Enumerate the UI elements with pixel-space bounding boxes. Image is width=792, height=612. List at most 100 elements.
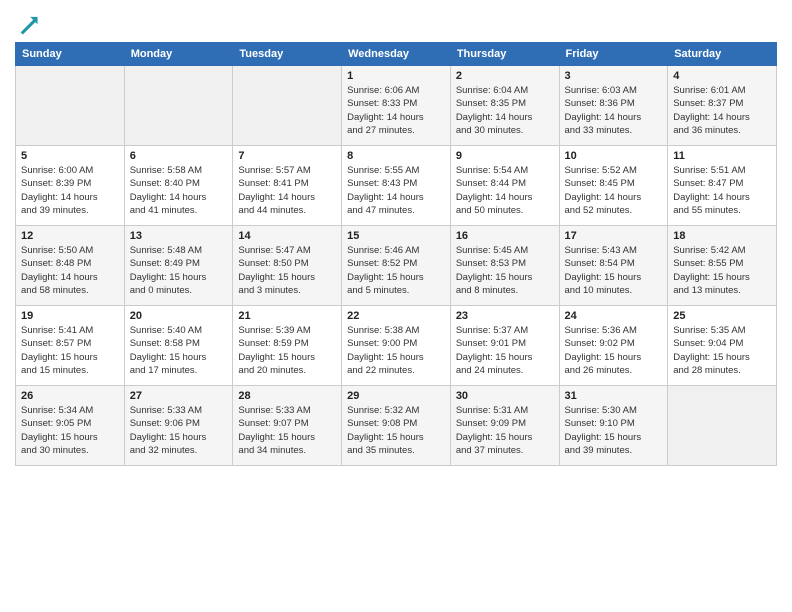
calendar-cell (124, 66, 233, 146)
calendar-cell (16, 66, 125, 146)
day-detail: Sunrise: 5:57 AMSunset: 8:41 PMDaylight:… (238, 164, 336, 217)
calendar-cell: 19 Sunrise: 5:41 AMSunset: 8:57 PMDayligh… (16, 306, 125, 386)
calendar-cell: 7 Sunrise: 5:57 AMSunset: 8:41 PMDaylight… (233, 146, 342, 226)
day-number: 2 (456, 70, 554, 82)
day-number: 7 (238, 150, 336, 162)
day-number: 12 (21, 230, 119, 242)
calendar-cell: 2 Sunrise: 6:04 AMSunset: 8:35 PMDaylight… (450, 66, 559, 146)
calendar-cell: 21 Sunrise: 5:39 AMSunset: 8:59 PMDayligh… (233, 306, 342, 386)
day-detail: Sunrise: 5:40 AMSunset: 8:58 PMDaylight:… (130, 324, 228, 377)
day-detail: Sunrise: 5:31 AMSunset: 9:09 PMDaylight:… (456, 404, 554, 457)
day-number: 21 (238, 310, 336, 322)
calendar-cell: 15 Sunrise: 5:46 AMSunset: 8:52 PMDayligh… (342, 226, 451, 306)
calendar-body: 1 Sunrise: 6:06 AMSunset: 8:33 PMDaylight… (16, 66, 777, 466)
day-detail: Sunrise: 6:03 AMSunset: 8:36 PMDaylight:… (565, 84, 663, 137)
day-number: 13 (130, 230, 228, 242)
day-detail: Sunrise: 5:35 AMSunset: 9:04 PMDaylight:… (673, 324, 771, 377)
calendar-cell: 5Sunrise: 6:00 AMSunset: 8:39 PMDaylight… (16, 146, 125, 226)
calendar-cell: 6Sunrise: 5:58 AMSunset: 8:40 PMDaylight… (124, 146, 233, 226)
calendar-cell: 31 Sunrise: 5:30 AMSunset: 9:10 PMDayligh… (559, 386, 668, 466)
day-detail: Sunrise: 5:39 AMSunset: 8:59 PMDaylight:… (238, 324, 336, 377)
calendar-week-4: 19 Sunrise: 5:41 AMSunset: 8:57 PMDayligh… (16, 306, 777, 386)
day-detail: Sunrise: 5:43 AMSunset: 8:54 PMDaylight:… (565, 244, 663, 297)
day-detail: Sunrise: 5:46 AMSunset: 8:52 PMDaylight:… (347, 244, 445, 297)
day-detail: Sunrise: 6:06 AMSunset: 8:33 PMDaylight:… (347, 84, 445, 137)
day-number: 30 (456, 390, 554, 402)
calendar-cell: 14 Sunrise: 5:47 AMSunset: 8:50 PMDayligh… (233, 226, 342, 306)
calendar-cell: 22 Sunrise: 5:38 AMSunset: 9:00 PMDayligh… (342, 306, 451, 386)
day-number: 14 (238, 230, 336, 242)
day-detail: Sunrise: 5:37 AMSunset: 9:01 PMDaylight:… (456, 324, 554, 377)
calendar-cell: 24Sunrise: 5:36 AMSunset: 9:02 PMDayligh… (559, 306, 668, 386)
calendar-week-3: 12 Sunrise: 5:50 AMSunset: 8:48 PMDayligh… (16, 226, 777, 306)
weekday-header-saturday: Saturday (668, 43, 777, 66)
weekday-header-row: SundayMondayTuesdayWednesdayThursdayFrid… (16, 43, 777, 66)
day-number: 1 (347, 70, 445, 82)
day-number: 16 (456, 230, 554, 242)
day-detail: Sunrise: 5:33 AMSunset: 9:06 PMDaylight:… (130, 404, 228, 457)
day-detail: Sunrise: 5:52 AMSunset: 8:45 PMDaylight:… (565, 164, 663, 217)
day-number: 9 (456, 150, 554, 162)
calendar-cell: 20 Sunrise: 5:40 AMSunset: 8:58 PMDayligh… (124, 306, 233, 386)
calendar-cell: 16Sunrise: 5:45 AMSunset: 8:53 PMDayligh… (450, 226, 559, 306)
day-number: 29 (347, 390, 445, 402)
day-detail: Sunrise: 5:50 AMSunset: 8:48 PMDaylight:… (21, 244, 119, 297)
logo-icon (17, 14, 39, 36)
day-detail: Sunrise: 5:42 AMSunset: 8:55 PMDaylight:… (673, 244, 771, 297)
calendar-cell: 11 Sunrise: 5:51 AMSunset: 8:47 PMDayligh… (668, 146, 777, 226)
day-number: 15 (347, 230, 445, 242)
day-number: 31 (565, 390, 663, 402)
day-detail: Sunrise: 6:01 AMSunset: 8:37 PMDaylight:… (673, 84, 771, 137)
calendar-cell: 3 Sunrise: 6:03 AMSunset: 8:36 PMDaylight… (559, 66, 668, 146)
day-number: 8 (347, 150, 445, 162)
day-number: 17 (565, 230, 663, 242)
calendar-cell: 28 Sunrise: 5:33 AMSunset: 9:07 PMDayligh… (233, 386, 342, 466)
day-number: 19 (21, 310, 119, 322)
calendar-week-5: 26 Sunrise: 5:34 AMSunset: 9:05 PMDayligh… (16, 386, 777, 466)
day-detail: Sunrise: 6:00 AMSunset: 8:39 PMDaylight:… (21, 164, 119, 217)
day-detail: Sunrise: 5:33 AMSunset: 9:07 PMDaylight:… (238, 404, 336, 457)
calendar-cell: 8 Sunrise: 5:55 AMSunset: 8:43 PMDaylight… (342, 146, 451, 226)
day-detail: Sunrise: 5:41 AMSunset: 8:57 PMDaylight:… (21, 324, 119, 377)
calendar-cell: 17 Sunrise: 5:43 AMSunset: 8:54 PMDayligh… (559, 226, 668, 306)
day-number: 18 (673, 230, 771, 242)
day-detail: Sunrise: 5:54 AMSunset: 8:44 PMDaylight:… (456, 164, 554, 217)
day-number: 10 (565, 150, 663, 162)
calendar-cell (233, 66, 342, 146)
day-number: 26 (21, 390, 119, 402)
weekday-header-thursday: Thursday (450, 43, 559, 66)
weekday-header-sunday: Sunday (16, 43, 125, 66)
day-detail: Sunrise: 5:38 AMSunset: 9:00 PMDaylight:… (347, 324, 445, 377)
day-number: 28 (238, 390, 336, 402)
day-detail: Sunrise: 5:51 AMSunset: 8:47 PMDaylight:… (673, 164, 771, 217)
calendar-cell: 26 Sunrise: 5:34 AMSunset: 9:05 PMDayligh… (16, 386, 125, 466)
day-detail: Sunrise: 5:55 AMSunset: 8:43 PMDaylight:… (347, 164, 445, 217)
weekday-header-friday: Friday (559, 43, 668, 66)
day-number: 27 (130, 390, 228, 402)
calendar-week-1: 1 Sunrise: 6:06 AMSunset: 8:33 PMDaylight… (16, 66, 777, 146)
day-number: 23 (456, 310, 554, 322)
day-detail: Sunrise: 6:04 AMSunset: 8:35 PMDaylight:… (456, 84, 554, 137)
calendar-cell: 12 Sunrise: 5:50 AMSunset: 8:48 PMDayligh… (16, 226, 125, 306)
day-detail: Sunrise: 5:47 AMSunset: 8:50 PMDaylight:… (238, 244, 336, 297)
day-number: 22 (347, 310, 445, 322)
weekday-header-tuesday: Tuesday (233, 43, 342, 66)
day-number: 20 (130, 310, 228, 322)
calendar-cell: 27 Sunrise: 5:33 AMSunset: 9:06 PMDayligh… (124, 386, 233, 466)
day-number: 11 (673, 150, 771, 162)
day-number: 3 (565, 70, 663, 82)
calendar-header: SundayMondayTuesdayWednesdayThursdayFrid… (16, 43, 777, 66)
calendar-cell: 23 Sunrise: 5:37 AMSunset: 9:01 PMDayligh… (450, 306, 559, 386)
day-detail: Sunrise: 5:30 AMSunset: 9:10 PMDaylight:… (565, 404, 663, 457)
calendar-cell: 13Sunrise: 5:48 AMSunset: 8:49 PMDayligh… (124, 226, 233, 306)
day-detail: Sunrise: 5:32 AMSunset: 9:08 PMDaylight:… (347, 404, 445, 457)
day-detail: Sunrise: 5:34 AMSunset: 9:05 PMDaylight:… (21, 404, 119, 457)
calendar-cell: 30 Sunrise: 5:31 AMSunset: 9:09 PMDayligh… (450, 386, 559, 466)
calendar-week-2: 5Sunrise: 6:00 AMSunset: 8:39 PMDaylight… (16, 146, 777, 226)
calendar-table: SundayMondayTuesdayWednesdayThursdayFrid… (15, 42, 777, 466)
day-number: 25 (673, 310, 771, 322)
day-detail: Sunrise: 5:36 AMSunset: 9:02 PMDaylight:… (565, 324, 663, 377)
calendar-cell: 29 Sunrise: 5:32 AMSunset: 9:08 PMDayligh… (342, 386, 451, 466)
calendar-cell: 4Sunrise: 6:01 AMSunset: 8:37 PMDaylight… (668, 66, 777, 146)
weekday-header-wednesday: Wednesday (342, 43, 451, 66)
